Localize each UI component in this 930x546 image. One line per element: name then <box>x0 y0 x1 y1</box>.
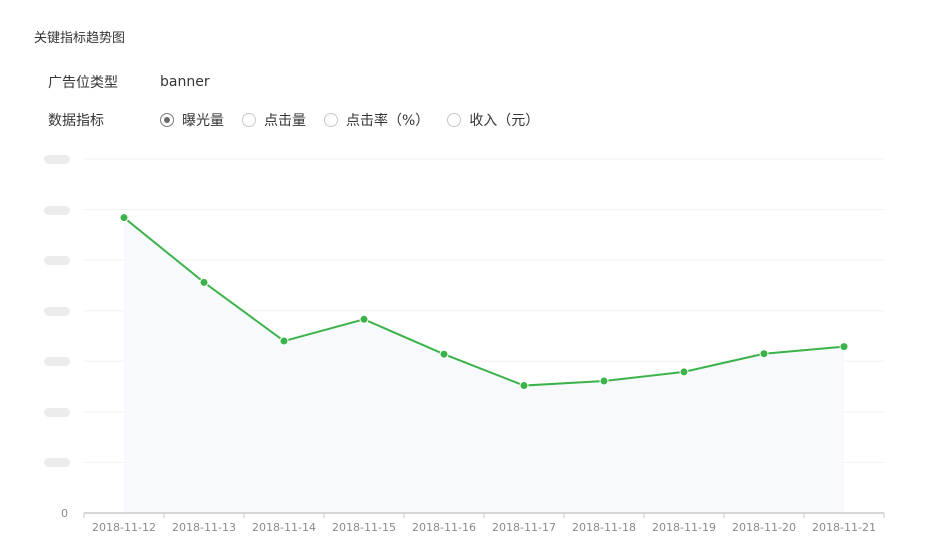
x-tick-label: 2018-11-15 <box>332 521 396 534</box>
y-tick-placeholder <box>44 205 70 215</box>
x-tick-label: 2018-11-13 <box>172 521 236 534</box>
y-tick-placeholder <box>44 407 70 417</box>
x-tick-label: 2018-11-17 <box>492 521 556 534</box>
x-tick-label: 2018-11-14 <box>252 521 316 534</box>
data-point <box>679 367 689 377</box>
y-tick-placeholder <box>44 357 70 367</box>
data-point <box>759 349 769 359</box>
y-tick-placeholder <box>44 458 70 468</box>
x-tick-label: 2018-11-12 <box>92 521 156 534</box>
data-point <box>439 349 449 359</box>
y-tick-placeholder <box>44 256 70 266</box>
x-tick-label: 2018-11-20 <box>732 521 796 534</box>
data-point <box>199 277 209 287</box>
x-tick-label: 2018-11-16 <box>412 521 476 534</box>
data-point <box>599 376 609 386</box>
data-point <box>839 342 849 352</box>
data-point <box>519 381 529 391</box>
y-tick-placeholder <box>44 306 70 316</box>
y-tick-label: 0 <box>61 507 68 520</box>
data-point <box>279 336 289 346</box>
y-tick-placeholder <box>44 155 70 164</box>
trend-chart: 2018-11-12 2018-11-13 2018-11-14 2018-11-15… <box>61 158 885 534</box>
x-tick-label: 2018-11-19 <box>652 521 716 534</box>
data-point <box>119 213 129 223</box>
x-tick-label: 2018-11-18 <box>572 521 636 534</box>
data-point <box>359 314 369 324</box>
series-area <box>124 217 844 514</box>
x-tick-label: 2018-11-21 <box>812 521 876 534</box>
